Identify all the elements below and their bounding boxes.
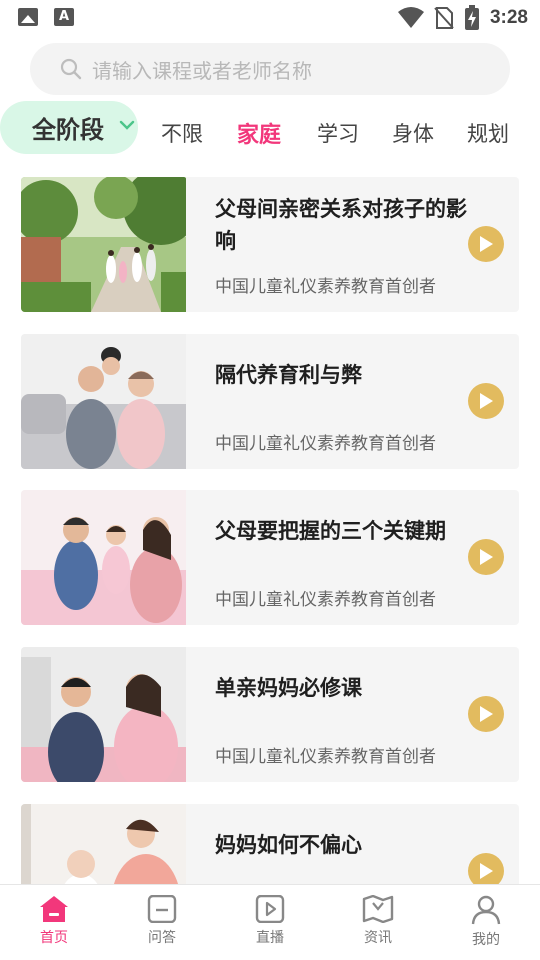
course-card[interactable]: 父母要把握的三个关键期 中国儿童礼仪素养教育首创者 bbox=[21, 490, 519, 625]
nav-profile[interactable]: 我的 bbox=[432, 885, 540, 960]
category-row: 全阶段 不限 家庭 学习 身体 规划 bbox=[0, 101, 540, 157]
play-icon bbox=[480, 236, 493, 252]
course-subtitle: 中国儿童礼仪素养教育首创者 bbox=[215, 590, 436, 610]
course-subtitle: 中国儿童礼仪素养教育首创者 bbox=[215, 277, 436, 297]
stage-selector[interactable]: 全阶段 bbox=[0, 101, 138, 154]
status-time: 3:28 bbox=[489, 7, 528, 28]
nav-news-label: 资讯 bbox=[364, 930, 392, 946]
search-input[interactable]: 请输入课程或者老师名称 bbox=[30, 43, 510, 95]
play-button[interactable] bbox=[468, 696, 504, 732]
course-card[interactable]: 隔代养育利与弊 中国儿童礼仪素养教育首创者 bbox=[21, 334, 519, 469]
nav-qa-label: 问答 bbox=[148, 930, 176, 946]
course-subtitle: 中国儿童礼仪素养教育首创者 bbox=[215, 747, 436, 767]
qa-icon bbox=[147, 895, 177, 923]
stage-selector-label: 全阶段 bbox=[32, 116, 104, 144]
play-button[interactable] bbox=[468, 383, 504, 419]
status-bar: A 3:28 bbox=[0, 0, 540, 36]
tab-xuexi[interactable]: 学习 bbox=[317, 118, 359, 148]
play-button[interactable] bbox=[468, 226, 504, 262]
tab-buxian[interactable]: 不限 bbox=[161, 118, 203, 148]
wifi-icon bbox=[397, 7, 424, 28]
course-title: 父母要把握的三个关键期 bbox=[215, 519, 446, 543]
gallery-icon bbox=[18, 8, 38, 26]
profile-icon bbox=[471, 895, 501, 925]
tab-shenti[interactable]: 身体 bbox=[392, 118, 434, 148]
course-thumbnail bbox=[21, 177, 186, 312]
play-icon bbox=[480, 863, 493, 879]
course-subtitle: 中国儿童礼仪素养教育首创者 bbox=[215, 434, 436, 454]
tab-jiating[interactable]: 家庭 bbox=[237, 117, 281, 149]
no-sim-icon bbox=[434, 7, 454, 29]
nav-home[interactable]: 首页 bbox=[0, 885, 108, 960]
course-title: 父母间亲密关系对孩子的影响 bbox=[215, 197, 467, 253]
nav-live[interactable]: 直播 bbox=[216, 885, 324, 960]
bottom-nav: 首页 问答 直播 资讯 我的 bbox=[0, 884, 540, 960]
course-title: 妈妈如何不偏心 bbox=[215, 833, 362, 857]
course-thumbnail bbox=[21, 647, 186, 782]
course-thumbnail bbox=[21, 334, 186, 469]
course-thumbnail bbox=[21, 490, 186, 625]
font-a-icon: A bbox=[54, 8, 74, 26]
live-play-icon bbox=[255, 895, 285, 923]
battery-charging-icon bbox=[464, 5, 479, 30]
play-icon bbox=[480, 393, 493, 409]
nav-live-label: 直播 bbox=[256, 930, 284, 946]
search-placeholder: 请输入课程或者老师名称 bbox=[92, 58, 312, 83]
play-button[interactable] bbox=[468, 539, 504, 575]
home-icon bbox=[40, 896, 68, 922]
play-icon bbox=[480, 706, 493, 722]
nav-home-label: 首页 bbox=[40, 930, 68, 946]
nav-news[interactable]: 资讯 bbox=[324, 885, 432, 960]
news-book-icon bbox=[362, 895, 394, 923]
course-card[interactable]: 父母间亲密关系对孩子的影响 中国儿童礼仪素养教育首创者 bbox=[21, 177, 519, 312]
course-title: 隔代养育利与弊 bbox=[215, 363, 362, 387]
nav-profile-label: 我的 bbox=[472, 932, 500, 948]
tab-guihua[interactable]: 规划 bbox=[467, 118, 509, 148]
search-icon bbox=[60, 58, 82, 80]
course-title: 单亲妈妈必修课 bbox=[215, 676, 362, 700]
course-card[interactable]: 单亲妈妈必修课 中国儿童礼仪素养教育首创者 bbox=[21, 647, 519, 782]
play-icon bbox=[480, 549, 493, 565]
chevron-down-icon bbox=[119, 120, 135, 130]
nav-qa[interactable]: 问答 bbox=[108, 885, 216, 960]
